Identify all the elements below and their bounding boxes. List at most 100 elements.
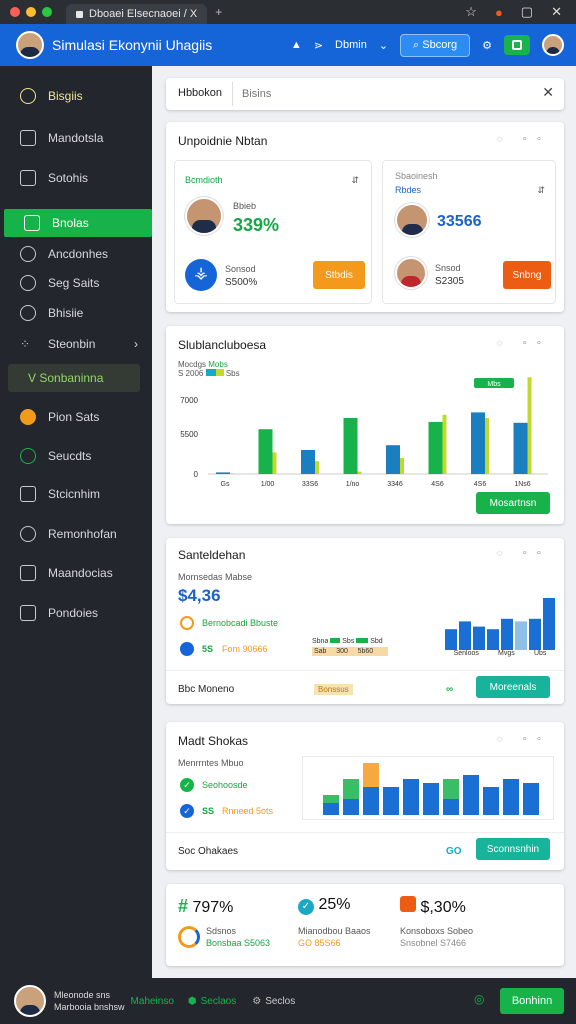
sidebar-item-14[interactable]: Pondoies <box>0 599 152 627</box>
minimize-button[interactable] <box>26 7 36 17</box>
bottom-item[interactable]: Seclos <box>265 996 295 1007</box>
tab-search-bar: Hbbokon ✕ <box>166 78 564 110</box>
sidebar-item-5[interactable]: Seg Saits <box>0 269 152 297</box>
primary-button[interactable]: Bonhinn <box>500 988 564 1014</box>
check-icon: ✓ <box>180 778 194 792</box>
card-actions-icon[interactable]: ◌ ∘∘ <box>497 734 550 745</box>
avatar[interactable] <box>16 31 44 59</box>
summary-value: $4,36 <box>178 586 221 605</box>
check-icon <box>180 616 194 630</box>
pie-icon <box>178 926 200 948</box>
left-panel-button[interactable]: Stbdis <box>313 261 365 289</box>
stocks-card: Madt Shokas ◌ ∘∘ Menrrntes Mbuo ✓ Seohoo… <box>166 722 564 870</box>
sidebar-item-4[interactable]: Ancdonhes <box>0 240 152 268</box>
sidebar-item-1[interactable]: Mandotsla <box>0 124 152 152</box>
search-input[interactable] <box>242 84 522 104</box>
summary-action-button[interactable]: Moreenals <box>476 676 550 698</box>
panel-value: 339% <box>233 215 280 235</box>
footer-link[interactable]: GO <box>446 846 462 857</box>
sidebar-item-dashboard[interactable]: Bisgiis <box>0 82 152 110</box>
sidebar-item-2[interactable]: Sotohis <box>0 164 152 192</box>
bar-series-2 <box>363 763 379 787</box>
sidebar-item-6[interactable]: Bhisiie <box>0 299 152 327</box>
close-icon[interactable]: ✕ <box>551 4 562 20</box>
maximize-button[interactable] <box>42 7 52 17</box>
sidebar-item-7[interactable]: ⁘ Steonbin › <box>0 330 152 358</box>
sync-button[interactable] <box>504 35 530 55</box>
footer-label: Bbc Moneno <box>178 684 235 695</box>
bar-series-1 <box>343 418 358 474</box>
close-window-button[interactable] <box>10 7 20 17</box>
y-tick-label: 7000 <box>180 396 198 405</box>
close-icon[interactable]: ✕ <box>542 84 554 101</box>
refresh-icon[interactable]: ◎ <box>474 992 484 1006</box>
tab-overview[interactable]: Hbbokon <box>178 87 222 99</box>
sidebar-item-9[interactable]: Pion Sats <box>0 403 152 431</box>
x-tick-label: 1/00 <box>261 481 275 486</box>
sidebar-item-10[interactable]: Seucdts <box>0 442 152 470</box>
home-icon[interactable]: ▲ <box>291 39 302 51</box>
bar-series-2 <box>323 795 339 803</box>
browser-tab[interactable]: Dboaei Elsecnaoei / X <box>66 4 208 24</box>
pin-icon <box>180 642 194 656</box>
profile-avatar[interactable] <box>542 34 564 56</box>
avatar <box>395 257 427 289</box>
stat-label: Sdsnos <box>206 926 237 936</box>
square-icon <box>24 215 40 231</box>
card-actions-icon[interactable]: ◌ ∘∘ <box>497 548 550 559</box>
stat-sub: Snsobnel S7466 <box>400 938 467 948</box>
app-header: Simulasi Ekonynii Uhagiis ▲ ⋗ Dbmin ⌄ ⌕ … <box>0 24 576 66</box>
sidebar-item-13[interactable]: Maandocias <box>0 559 152 587</box>
sidebar-item-11[interactable]: Stcicnhim <box>0 480 152 508</box>
card-actions-icon[interactable]: ◌ ∘∘ <box>497 338 550 349</box>
bottom-item[interactable]: Maheinso <box>131 996 174 1007</box>
row-label: Seohoosde <box>202 780 248 790</box>
stat-value: $,30% <box>420 899 466 916</box>
sidebar-item-12[interactable]: Remonhofan <box>0 520 152 548</box>
x-tick-label: Gs <box>221 481 230 486</box>
card-title: Unpoidnie Nbtan <box>178 134 268 148</box>
y-tick-label: 0 <box>194 470 199 479</box>
bar-series-2 <box>230 473 234 474</box>
bar-series-2 <box>527 377 532 474</box>
row-label: Bernobcadi Bbuste <box>202 618 279 628</box>
bar-series-2 <box>357 471 362 474</box>
bar-series-1 <box>301 450 315 474</box>
sort-icon[interactable]: ⇵ <box>351 175 359 186</box>
app-title: Simulasi Ekonynii Uhagiis <box>52 37 213 53</box>
extension-icon[interactable]: ● <box>495 5 503 20</box>
user-avatar[interactable] <box>14 985 46 1017</box>
window-icon[interactable]: ▢ <box>521 4 533 20</box>
sidebar-subitem[interactable]: V Sonbaninna <box>8 364 140 392</box>
link-icon[interactable]: ∞ <box>446 684 453 695</box>
row-code: 5S <box>202 644 214 654</box>
building-icon <box>20 170 36 186</box>
bottom-item[interactable]: Seclaos <box>201 996 237 1007</box>
right-panel-button[interactable]: Snbng <box>503 261 551 289</box>
chevron-down-icon[interactable]: ⌄ <box>379 39 388 52</box>
clock-icon <box>20 448 36 464</box>
nav-label[interactable]: Dbmin <box>335 39 367 51</box>
star-icon[interactable]: ☆ <box>465 4 477 20</box>
nav-icon[interactable]: ⋗ <box>314 39 323 52</box>
bar-series-1 <box>343 799 359 815</box>
stacked-bar-chart <box>302 756 554 820</box>
doc-icon <box>20 130 36 146</box>
chart-action-button[interactable]: Mosartnsn <box>476 492 550 514</box>
new-tab-button[interactable]: + <box>215 5 222 19</box>
search-button[interactable]: ⌕ Sbcorg <box>400 33 471 57</box>
stocks-action-button[interactable]: Sconnsnhin <box>476 838 550 860</box>
bar-series-1 <box>428 422 443 474</box>
bar <box>487 629 499 650</box>
bar <box>501 618 513 650</box>
row-label: Fom 90666 <box>222 644 268 654</box>
x-tick-label: 4S6 <box>474 481 487 486</box>
callout-label: Mbs <box>487 381 501 388</box>
bar <box>459 621 471 650</box>
panel-sub: Rbdes <box>395 185 422 195</box>
card-title: Madt Shokas <box>178 734 249 748</box>
sort-icon[interactable]: ⇵ <box>537 185 545 196</box>
settings-icon[interactable]: ⚙ <box>482 39 492 52</box>
card-actions-icon[interactable]: ◌ ∘∘ <box>497 134 550 145</box>
sidebar-item-active[interactable]: Bnolas <box>4 209 152 237</box>
